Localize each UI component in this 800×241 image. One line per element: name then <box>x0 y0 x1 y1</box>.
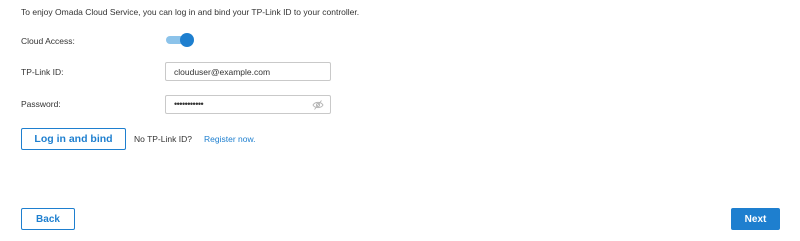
password-field[interactable]: ••••••••••• <box>165 95 331 114</box>
tplink-id-field-box <box>165 62 331 81</box>
login-and-bind-button[interactable]: Log in and bind <box>21 128 126 150</box>
password-masked-text: ••••••••••• <box>174 99 204 109</box>
cloud-access-toggle[interactable] <box>166 33 194 47</box>
cloud-access-page: To enjoy Omada Cloud Service, you can lo… <box>0 0 800 241</box>
register-now-link[interactable]: Register now. <box>204 134 256 144</box>
eye-slash-icon[interactable] <box>312 99 324 111</box>
next-button[interactable]: Next <box>731 208 780 230</box>
no-tplink-id-text: No TP-Link ID? <box>134 134 192 144</box>
tplink-id-label: TP-Link ID: <box>21 67 64 77</box>
back-button[interactable]: Back <box>21 208 75 230</box>
cloud-access-label: Cloud Access: <box>21 36 75 46</box>
intro-text: To enjoy Omada Cloud Service, you can lo… <box>21 7 360 17</box>
password-label: Password: <box>21 99 61 109</box>
toggle-knob <box>180 33 194 47</box>
tplink-id-input[interactable] <box>166 63 330 80</box>
